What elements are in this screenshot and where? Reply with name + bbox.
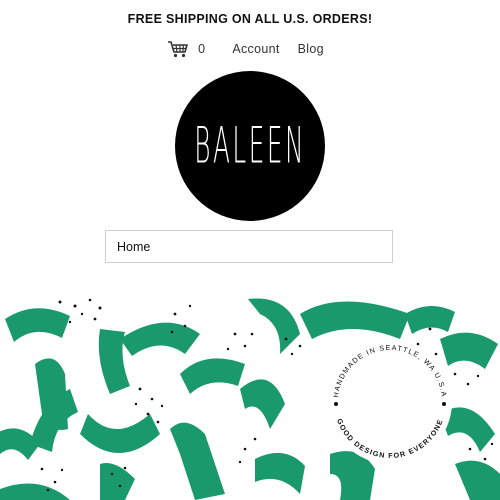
menu-select[interactable]: Home [105, 230, 393, 263]
cart-icon [167, 40, 189, 58]
account-link[interactable]: Account [232, 42, 279, 56]
announcement-bar: FREE SHIPPING ON ALL U.S. ORDERS! [127, 12, 373, 26]
menu-selected-label: Home [117, 239, 151, 254]
utility-nav: 0 Account Blog [0, 40, 500, 58]
cart-count: 0 [198, 42, 206, 56]
hero-pattern: HANDMADE IN SEATTLE, WA U.S.A GOOD DESIG… [0, 298, 500, 500]
cart-link[interactable]: 0 [167, 40, 223, 58]
logo-text: BALEEN [194, 117, 306, 175]
logo[interactable]: BALEEN [175, 71, 325, 221]
blog-link[interactable]: Blog [298, 42, 324, 56]
hero-banner: HANDMADE IN SEATTLE, WA U.S.A GOOD DESIG… [0, 294, 500, 500]
